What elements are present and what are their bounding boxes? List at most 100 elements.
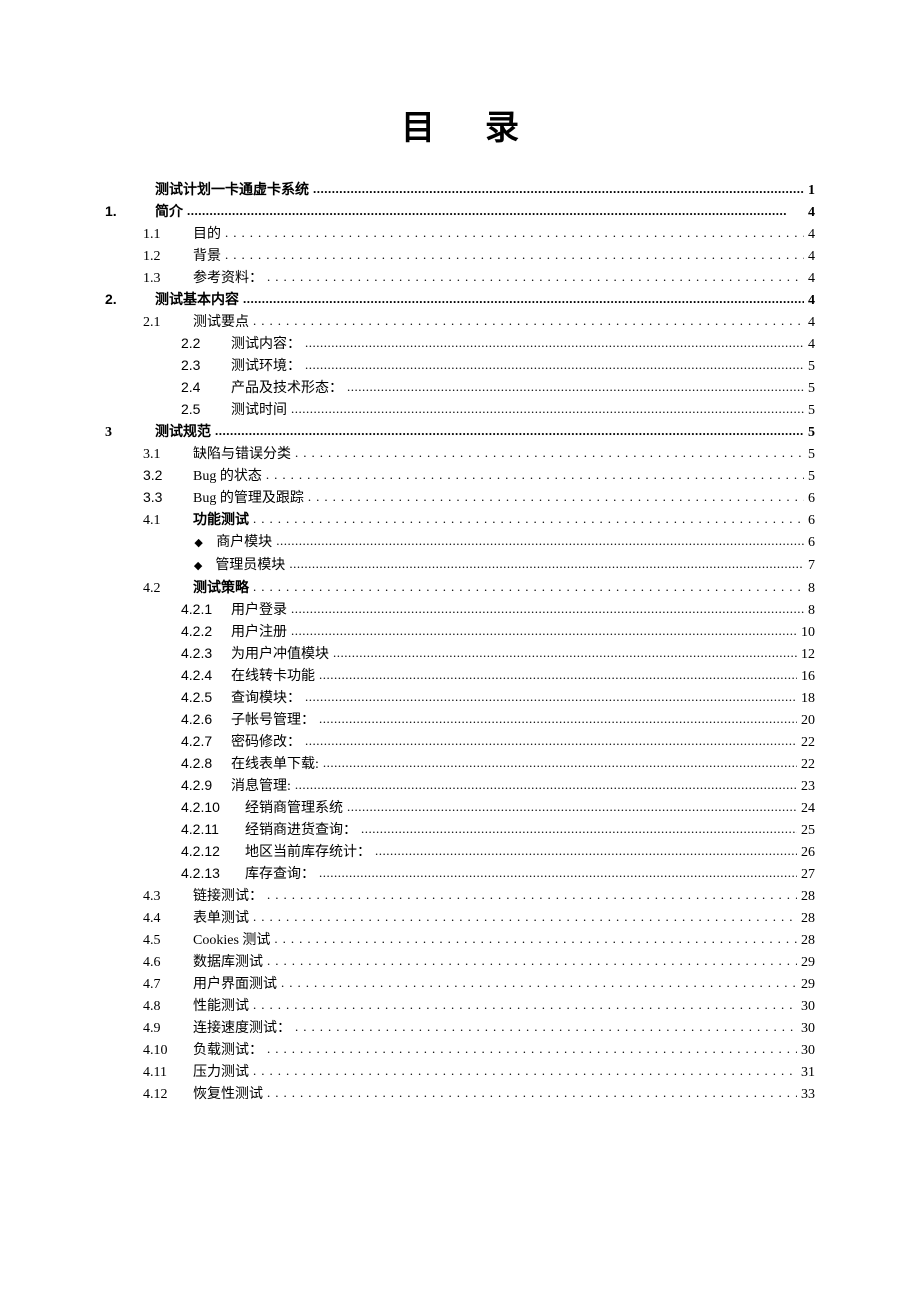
toc-entry-label: Bug 的管理及跟踪 [193, 488, 308, 509]
toc-entry[interactable]: 4.2.9消息管理:..............................… [105, 775, 815, 797]
toc-entry-page: 28 [797, 930, 815, 951]
toc-entry-label: 消息管理: [231, 776, 295, 797]
toc-leader: ........................................… [281, 972, 797, 993]
toc-entry[interactable]: 1.简介....................................… [105, 201, 815, 223]
toc-entry[interactable]: 4.2测试策略.................................… [105, 577, 815, 599]
toc-entry-number: 4.2.4 [181, 665, 231, 686]
toc-entry-label: 背景 [193, 246, 225, 267]
toc-entry[interactable]: 4.2.1用户登录...............................… [105, 599, 815, 621]
toc-entry[interactable]: ◆管理员模块..................................… [105, 554, 815, 577]
toc-entry[interactable]: 测试计划一卡通虚卡系统.............................… [105, 179, 815, 201]
toc-entry-page: 28 [797, 886, 815, 907]
toc-leader: ........................................… [305, 686, 797, 707]
toc-title: 目录 [105, 100, 815, 149]
toc-entry[interactable]: 3.3Bug 的管理及跟踪...........................… [105, 487, 815, 509]
toc-entry[interactable]: 2.5测试时间.................................… [105, 399, 815, 421]
toc-leader: ........................................… [347, 376, 804, 397]
document-page: 目录 测试计划一卡通虚卡系统..........................… [0, 0, 920, 1302]
toc-entry[interactable]: 2.4产品及技术形态：.............................… [105, 377, 815, 399]
toc-entry-label: 测试环境： [231, 356, 305, 377]
toc-entry-number: 1.1 [143, 224, 193, 245]
toc-leader: ........................................… [243, 288, 804, 309]
toc-entry[interactable]: 4.11压力测试................................… [105, 1061, 815, 1083]
toc-entry-page: 5 [804, 356, 815, 377]
toc-entry-number: 4.2.3 [181, 643, 231, 664]
toc-leader: ........................................… [266, 464, 804, 485]
toc-entry-page: 16 [797, 666, 815, 687]
toc-leader: ........................................… [225, 244, 804, 265]
toc-leader: ........................................… [253, 994, 797, 1015]
toc-entry[interactable]: 4.6数据库测试................................… [105, 951, 815, 973]
toc-entry[interactable]: ◆商户模块...................................… [105, 531, 815, 554]
toc-entry[interactable]: 4.2.13库存查询：.............................… [105, 863, 815, 885]
toc-entry[interactable]: 4.2.6子帐号管理：.............................… [105, 709, 815, 731]
toc-entry-label: 测试规范 [155, 422, 215, 443]
toc-entry[interactable]: 1.2背景...................................… [105, 245, 815, 267]
toc-entry[interactable]: 4.9连接速度测试：..............................… [105, 1017, 815, 1039]
toc-leader: ........................................… [253, 508, 804, 529]
toc-entry[interactable]: 1.3参考资料：................................… [105, 267, 815, 289]
toc-entry-page: 29 [797, 974, 815, 995]
toc-entry-number: 4.5 [143, 930, 193, 951]
toc-entry[interactable]: 2.2测试内容：................................… [105, 333, 815, 355]
toc-entry-page: 28 [797, 908, 815, 929]
toc-entry[interactable]: 2.测试基本内容................................… [105, 289, 815, 311]
toc-leader: ........................................… [295, 1016, 797, 1037]
toc-entry-label: 在线表单下载: [231, 754, 323, 775]
toc-entry-label: 数据库测试 [193, 952, 267, 973]
toc-entry[interactable]: 4.2.5查询模块：..............................… [105, 687, 815, 709]
toc-entry[interactable]: 3测试规范...................................… [105, 421, 815, 443]
toc-entry[interactable]: 4.8性能测试.................................… [105, 995, 815, 1017]
toc-entry-number: 2.4 [181, 377, 231, 398]
toc-leader: ........................................… [289, 553, 804, 574]
toc-entry-label: 恢复性测试 [193, 1084, 267, 1105]
toc-entry[interactable]: 4.2.11经销商进货查询：..........................… [105, 819, 815, 841]
toc-entry[interactable]: 4.3链接测试：................................… [105, 885, 815, 907]
toc-entry[interactable]: 4.2.10经销商管理系统...........................… [105, 797, 815, 819]
toc-leader: ........................................… [267, 266, 804, 287]
toc-entry[interactable]: 3.1缺陷与错误分类..............................… [105, 443, 815, 465]
toc-leader: ........................................… [291, 598, 804, 619]
toc-leader: ........................................… [267, 884, 797, 905]
toc-entry[interactable]: 4.2.3为用户冲值模块............................… [105, 643, 815, 665]
toc-entry-page: 5 [804, 422, 815, 443]
toc-entry-label: 密码修改： [231, 732, 305, 753]
toc-leader: ........................................… [319, 664, 797, 685]
toc-entry[interactable]: 2.3测试环境：................................… [105, 355, 815, 377]
toc-entry[interactable]: 3.2Bug 的状态..............................… [105, 465, 815, 487]
toc-entry-number: 4.3 [143, 886, 193, 907]
toc-entry[interactable]: 4.1功能测试.................................… [105, 509, 815, 531]
toc-entry-label: 用户登录 [231, 600, 291, 621]
toc-entry-number: 4.4 [143, 908, 193, 929]
toc-leader: ........................................… [215, 420, 804, 441]
toc-entry[interactable]: 4.2.2用户注册...............................… [105, 621, 815, 643]
toc-entry[interactable]: 4.7用户界面测试...............................… [105, 973, 815, 995]
toc-entry[interactable]: 4.2.4在线转卡功能.............................… [105, 665, 815, 687]
toc-entry[interactable]: 4.5Cookies 测试...........................… [105, 929, 815, 951]
toc-entry[interactable]: 4.12恢复性测试...............................… [105, 1083, 815, 1105]
toc-entry-page: 5 [804, 378, 815, 399]
toc-entry-label: 测试时间 [231, 400, 291, 421]
toc-entry-page: 31 [797, 1062, 815, 1083]
toc-leader: ........................................… [267, 1038, 797, 1059]
toc-entry-page: 8 [804, 578, 815, 599]
toc-entry[interactable]: 2.1测试要点.................................… [105, 311, 815, 333]
toc-entry-page: 4 [804, 246, 815, 267]
toc-entry[interactable]: 4.4表单测试.................................… [105, 907, 815, 929]
toc-entry-number: 1.3 [143, 268, 193, 289]
toc-entry-page: 23 [797, 776, 815, 797]
toc-entry-number: 3.2 [143, 465, 193, 486]
toc-entry[interactable]: 4.10负载测试：...............................… [105, 1039, 815, 1061]
toc-list: 测试计划一卡通虚卡系统.............................… [105, 179, 815, 1105]
toc-entry-label: 用户注册 [231, 622, 291, 643]
toc-entry-number: 2.3 [181, 355, 231, 376]
toc-entry[interactable]: 4.2.7密码修改：..............................… [105, 731, 815, 753]
toc-entry[interactable]: 4.2.8在线表单下载:............................… [105, 753, 815, 775]
toc-entry-label: 管理员模块 [215, 555, 289, 576]
toc-entry-number: 4.2.5 [181, 687, 231, 708]
toc-entry-page: 33 [797, 1084, 815, 1105]
toc-entry-number: 4.2.1 [181, 599, 231, 620]
toc-entry[interactable]: 4.2.12地区当前库存统计：.........................… [105, 841, 815, 863]
toc-entry[interactable]: 1.1目的...................................… [105, 223, 815, 245]
toc-leader: ........................................… [319, 708, 797, 729]
